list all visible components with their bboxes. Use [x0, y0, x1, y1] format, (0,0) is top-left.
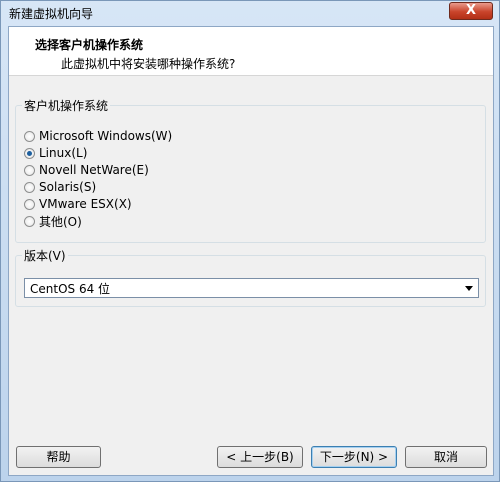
radio-label: Solaris(S): [39, 180, 97, 194]
radio-label: VMware ESX(X): [39, 197, 132, 211]
radio-vmware-esx[interactable]: VMware ESX(X): [24, 196, 132, 212]
radio-label: Novell NetWare(E): [39, 163, 149, 177]
guest-os-group: 客户机操作系统 Microsoft Windows(W) Linux(L) No…: [15, 97, 486, 243]
radio-button-selected-icon[interactable]: [24, 147, 35, 159]
radio-other[interactable]: 其他(O): [24, 213, 82, 229]
radio-button-icon[interactable]: [24, 181, 35, 193]
guest-os-group-title: 客户机操作系统: [22, 97, 111, 114]
close-button[interactable]: X: [449, 2, 493, 20]
version-select-value: CentOS 64 位: [30, 281, 111, 296]
radio-label: Linux(L): [39, 146, 88, 160]
back-button[interactable]: < 上一步(B): [217, 446, 303, 468]
radio-linux[interactable]: Linux(L): [24, 145, 87, 161]
version-select[interactable]: CentOS 64 位: [24, 278, 479, 298]
radio-label: Microsoft Windows(W): [39, 129, 173, 143]
radio-button-icon[interactable]: [24, 198, 35, 210]
wizard-client-area: 选择客户机操作系统 此虚拟机中将安装哪种操作系统? 客户机操作系统 Micros…: [8, 26, 494, 476]
page-title: 选择客户机操作系统: [35, 38, 144, 52]
wizard-window: 新建虚拟机向导 X 选择客户机操作系统 此虚拟机中将安装哪种操作系统? 客户机操…: [0, 0, 500, 482]
next-button[interactable]: 下一步(N) >: [311, 446, 397, 468]
page-subtitle: 此虚拟机中将安装哪种操作系统?: [61, 57, 236, 71]
radio-label: 其他(O): [39, 214, 82, 229]
chevron-down-icon[interactable]: [465, 285, 473, 291]
window-title: 新建虚拟机向导: [9, 7, 94, 21]
radio-button-icon[interactable]: [24, 164, 35, 176]
radio-button-icon[interactable]: [24, 130, 35, 142]
version-group: 版本(V) CentOS 64 位: [15, 247, 486, 307]
help-button[interactable]: 帮助: [16, 446, 101, 468]
radio-novell-netware[interactable]: Novell NetWare(E): [24, 162, 149, 178]
radio-microsoft-windows[interactable]: Microsoft Windows(W): [24, 128, 172, 144]
cancel-button[interactable]: 取消: [405, 446, 487, 468]
version-group-title: 版本(V): [22, 247, 68, 264]
radio-solaris[interactable]: Solaris(S): [24, 179, 96, 195]
title-bar[interactable]: 新建虚拟机向导 X: [1, 1, 499, 25]
wizard-header: 选择客户机操作系统 此虚拟机中将安装哪种操作系统?: [9, 27, 493, 76]
radio-button-icon[interactable]: [24, 215, 35, 227]
